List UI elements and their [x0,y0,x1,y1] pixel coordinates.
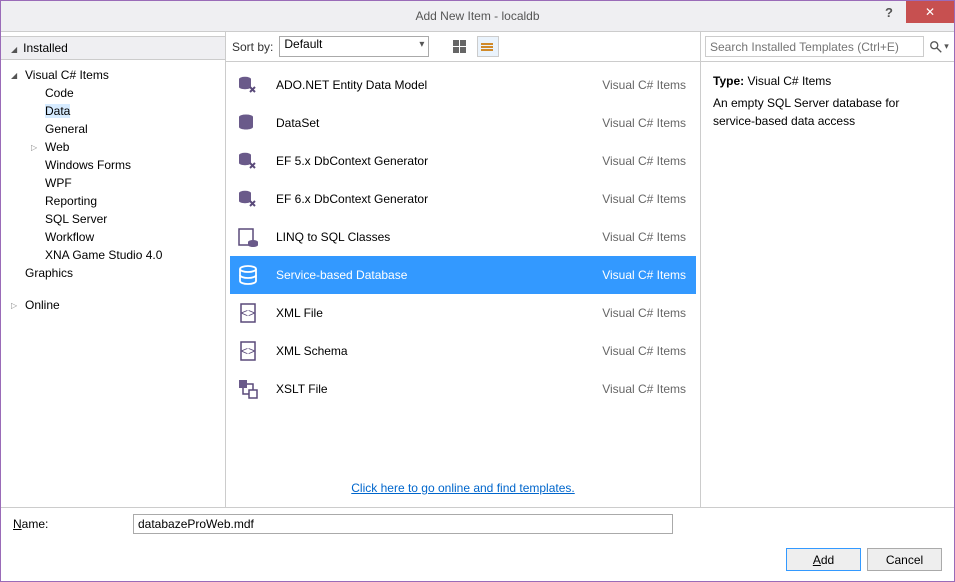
template-item-category: Visual C# Items [602,230,686,244]
template-item-category: Visual C# Items [602,382,686,396]
chevron-right-icon [31,142,41,152]
template-item-name: EF 6.x DbContext Generator [276,192,588,206]
search-button[interactable]: ▾ [928,36,950,57]
sidebar-item-windows-forms[interactable]: Windows Forms [27,156,219,174]
dataset-icon [234,109,262,137]
sidebar-header-installed[interactable]: Installed [1,36,225,60]
template-item-ef-6-x-dbcontext-generator[interactable]: EF 6.x DbContext Generator Visual C# Ite… [230,180,696,218]
sidebar-item-xna-game-studio-4-0[interactable]: XNA Game Studio 4.0 [27,246,219,264]
db-icon [234,261,262,289]
xsd-icon: <> [234,337,262,365]
chevron-down-icon [11,41,17,55]
center-panel: Sort by: Default ADO.NET Entity Data Mod… [226,32,701,507]
sidebar-item-reporting[interactable]: Reporting [27,192,219,210]
details-pane: Type: Visual C# Items An empty SQL Serve… [701,62,954,140]
svg-text:<>: <> [241,306,255,320]
type-label: Type: [713,74,744,88]
template-item-service-based-database[interactable]: Service-based Database Visual C# Items [230,256,696,294]
template-item-name: ADO.NET Entity Data Model [276,78,588,92]
list-icon [481,43,495,51]
sidebar-item-code[interactable]: Code [27,84,219,102]
template-item-name: XML File [276,306,588,320]
name-label: Name: [13,517,123,531]
view-list-button[interactable] [477,36,499,57]
toolbar: Sort by: Default [226,32,700,62]
footer: Name: Add Cancel [1,507,954,581]
cancel-button[interactable]: Cancel [867,548,942,571]
template-item-xslt-file[interactable]: XSLT File Visual C# Items [230,370,696,408]
help-button[interactable]: ? [872,1,906,23]
sidebar-item-data[interactable]: Data [27,102,219,120]
template-item-name: Service-based Database [276,268,588,282]
template-item-dataset[interactable]: DataSet Visual C# Items [230,104,696,142]
template-item-xml-schema[interactable]: <> XML Schema Visual C# Items [230,332,696,370]
sidebar-item-graphics[interactable]: Graphics [7,264,219,282]
template-item-category: Visual C# Items [602,192,686,206]
sidebar-item-wpf[interactable]: WPF [27,174,219,192]
close-button[interactable]: ✕ [906,1,954,23]
sidebar-item-general[interactable]: General [27,120,219,138]
xslt-icon [234,375,262,403]
add-button[interactable]: Add [786,548,861,571]
template-item-linq-to-sql-classes[interactable]: LINQ to SQL Classes Visual C# Items [230,218,696,256]
online-templates-link-row: Click here to go online and find templat… [226,469,700,507]
linq-icon [234,223,262,251]
template-item-category: Visual C# Items [602,268,686,282]
template-item-xml-file[interactable]: <> XML File Visual C# Items [230,294,696,332]
search-input[interactable] [705,36,924,57]
template-item-ef-5-x-dbcontext-generator[interactable]: EF 5.x DbContext Generator Visual C# Ite… [230,142,696,180]
ef-icon [234,185,262,213]
type-value: Visual C# Items [747,74,831,88]
template-item-name: EF 5.x DbContext Generator [276,154,588,168]
template-list[interactable]: ADO.NET Entity Data Model Visual C# Item… [226,62,700,469]
sidebar-item-visual-c-items[interactable]: Visual C# Items [7,66,219,84]
template-item-category: Visual C# Items [602,154,686,168]
name-input[interactable] [133,514,673,534]
chevron-down-icon [11,70,21,80]
sort-by-label: Sort by: [232,40,273,54]
template-item-category: Visual C# Items [602,306,686,320]
template-item-name: LINQ to SQL Classes [276,230,588,244]
sidebar: Installed Visual C# ItemsCodeDataGeneral… [1,32,226,507]
sidebar-online[interactable]: Online [1,296,225,314]
title-bar: Add New Item - localdb ? ✕ [1,1,954,31]
ef-icon [234,147,262,175]
xml-icon: <> [234,299,262,327]
chevron-right-icon [11,300,21,310]
right-panel: ▾ Type: Visual C# Items An empty SQL Ser… [701,32,954,507]
svg-text:<>: <> [241,344,255,358]
template-item-name: DataSet [276,116,588,130]
sidebar-item-workflow[interactable]: Workflow [27,228,219,246]
view-grid-button[interactable] [449,36,471,57]
template-item-category: Visual C# Items [602,116,686,130]
sidebar-item-sql-server[interactable]: SQL Server [27,210,219,228]
template-item-category: Visual C# Items [602,344,686,358]
online-templates-link[interactable]: Click here to go online and find templat… [351,481,574,495]
template-item-name: XML Schema [276,344,588,358]
grid-icon [453,40,467,53]
template-item-ado-net-entity-data-model[interactable]: ADO.NET Entity Data Model Visual C# Item… [230,66,696,104]
search-icon [929,40,943,54]
sidebar-item-web[interactable]: Web [27,138,219,156]
type-description: An empty SQL Server database for service… [713,94,942,130]
template-item-category: Visual C# Items [602,78,686,92]
window-title: Add New Item - localdb [415,9,539,23]
template-item-name: XSLT File [276,382,588,396]
entity-icon [234,71,262,99]
sort-by-select[interactable]: Default [279,36,429,57]
